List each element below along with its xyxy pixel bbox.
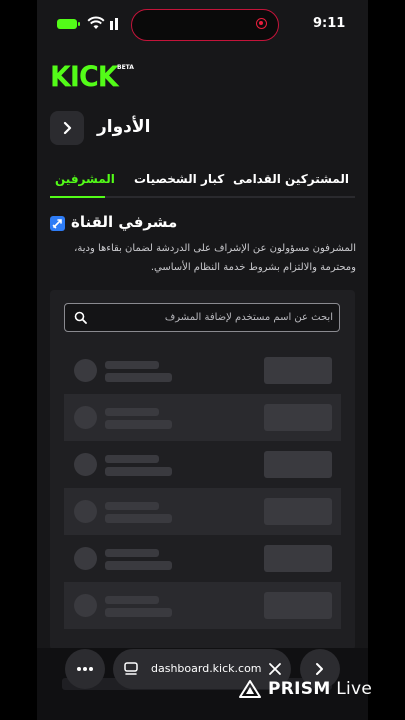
skeleton-line — [105, 549, 159, 557]
moderator-list — [64, 347, 341, 629]
prism-logo-icon — [239, 680, 261, 698]
moderators-card — [50, 290, 355, 650]
battery-tip — [78, 22, 80, 26]
close-icon[interactable] — [267, 661, 283, 677]
skeleton-avatar — [74, 406, 97, 429]
skeleton-button — [264, 451, 332, 478]
kick-logo[interactable]: KICK — [50, 61, 119, 94]
skeleton-line — [105, 455, 159, 463]
sword-icon — [50, 216, 65, 231]
skeleton-row — [64, 582, 341, 629]
dynamic-island — [131, 9, 279, 41]
skeleton-avatar — [74, 359, 97, 382]
skeleton-line — [105, 408, 159, 416]
status-time: 9:11 — [313, 16, 346, 31]
skeleton-avatar — [74, 594, 97, 617]
skeleton-line — [105, 514, 172, 523]
skeleton-line — [105, 361, 159, 369]
skeleton-button — [264, 592, 332, 619]
chevron-right-icon — [63, 121, 72, 135]
skeleton-row — [64, 394, 341, 441]
skeleton-line — [105, 596, 159, 604]
more-button[interactable] — [65, 649, 105, 689]
tab-og-subscribers[interactable]: المشتركين القدامى — [233, 172, 349, 186]
skeleton-row — [64, 347, 341, 394]
prism-brand: PRISM — [268, 679, 331, 699]
recording-icon — [256, 18, 267, 29]
search-input[interactable] — [93, 304, 333, 331]
skeleton-line — [105, 420, 172, 429]
back-button[interactable] — [50, 111, 84, 145]
skeleton-button — [264, 357, 332, 384]
skeleton-line — [105, 561, 172, 570]
skeleton-button — [264, 404, 332, 431]
page-title: الأدوار — [97, 117, 151, 137]
search-icon — [74, 311, 87, 324]
beta-badge: BETA — [117, 64, 134, 71]
section-title: مشرفي القناة — [71, 213, 178, 231]
skeleton-row — [64, 535, 341, 582]
url-text: dashboard.kick.com — [151, 662, 262, 675]
page-header: الأدوار — [50, 111, 355, 147]
signal-icon — [109, 16, 123, 30]
skeleton-row — [64, 488, 341, 535]
tabs-icon — [124, 662, 138, 675]
skeleton-line — [105, 467, 172, 476]
ellipsis-icon — [77, 667, 93, 671]
wifi-icon — [87, 16, 105, 29]
tab-moderators[interactable]: المشرفين — [55, 172, 115, 186]
chevron-right-icon — [316, 663, 323, 675]
prism-suffix: Live — [330, 679, 373, 699]
skeleton-line — [105, 373, 172, 382]
tab-vips[interactable]: كبار الشخصيات — [134, 172, 224, 186]
skeleton-button — [264, 498, 332, 525]
skeleton-avatar — [74, 547, 97, 570]
section-description: المشرفون مسؤولون عن الإشراف على الدردشة … — [74, 243, 356, 273]
battery-icon — [57, 19, 77, 29]
roles-tabs: المشرفين كبار الشخصيات المشتركين القدامى — [50, 170, 355, 200]
search-field[interactable] — [64, 303, 340, 332]
phone-screen: 9:11 KICK BETA الأدوار المشرفين كبار الش… — [37, 0, 368, 720]
skeleton-row — [64, 441, 341, 488]
status-bar: 9:11 — [37, 0, 368, 50]
skeleton-avatar — [74, 453, 97, 476]
prism-live-watermark: PRISM Live — [238, 679, 372, 699]
skeleton-avatar — [74, 500, 97, 523]
skeleton-line — [105, 608, 172, 617]
skeleton-line — [105, 502, 159, 510]
skeleton-button — [264, 545, 332, 572]
active-tab-indicator — [50, 196, 105, 198]
